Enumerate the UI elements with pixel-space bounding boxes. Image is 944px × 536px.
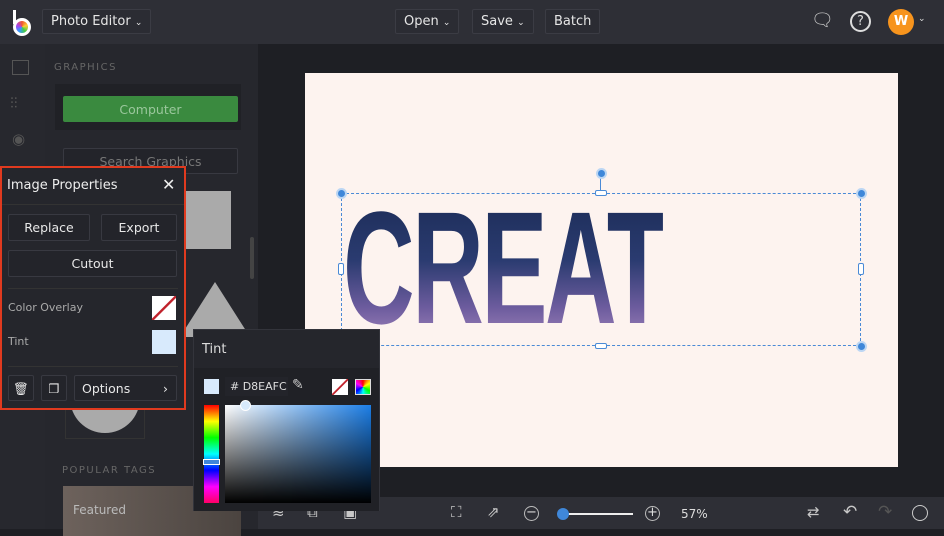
side-handle[interactable] bbox=[858, 263, 864, 275]
fit-screen-icon[interactable]: ⛶ bbox=[451, 503, 462, 521]
computer-button[interactable]: Computer bbox=[63, 96, 238, 122]
popular-tags-title: POPULAR TAGS bbox=[62, 465, 157, 476]
hue-slider[interactable] bbox=[204, 405, 219, 503]
options-label: Options bbox=[82, 381, 131, 396]
menu-label: Photo Editor bbox=[51, 14, 131, 29]
batch-button[interactable]: Batch bbox=[545, 9, 601, 34]
resize-handle[interactable] bbox=[856, 341, 867, 352]
redo-icon[interactable]: ↷ bbox=[878, 502, 892, 522]
chevron-right-icon: › bbox=[163, 381, 168, 396]
section-title: GRAPHICS bbox=[54, 62, 117, 73]
color-overlay-label: Color Overlay bbox=[8, 301, 83, 314]
tint-label: Tint bbox=[8, 335, 29, 348]
tint-color-picker: Tint # D8EAFC ✎ bbox=[193, 329, 380, 511]
tag-label: Featured bbox=[73, 503, 126, 517]
open-button[interactable]: Open ⌄ bbox=[395, 9, 460, 34]
eye-icon[interactable]: ◉ bbox=[12, 130, 25, 148]
flip-icon[interactable]: ⇄ bbox=[807, 503, 820, 521]
zoom-level: 57% bbox=[681, 507, 708, 521]
selection-box bbox=[341, 193, 861, 346]
hue-slider-thumb[interactable] bbox=[203, 459, 220, 465]
image-icon[interactable] bbox=[12, 60, 29, 75]
history-icon[interactable] bbox=[912, 505, 928, 521]
eyedropper-icon[interactable]: ✎ bbox=[292, 377, 304, 393]
photo-editor-menu[interactable]: Photo Editor ⌄ bbox=[42, 9, 152, 34]
tint-swatch[interactable] bbox=[152, 330, 176, 354]
resize-handle[interactable] bbox=[336, 188, 347, 199]
no-color-icon[interactable] bbox=[332, 379, 348, 395]
chevron-down-icon: ⌄ bbox=[442, 18, 451, 28]
color-overlay-swatch[interactable] bbox=[152, 296, 176, 320]
top-bar: Photo Editor ⌄ Open ⌄ Save ⌄ Batch 🗨 ? W… bbox=[0, 0, 944, 44]
chevron-down-icon: ⌄ bbox=[517, 18, 525, 28]
scrollbar[interactable] bbox=[250, 237, 254, 279]
save-button[interactable]: Save ⌄ bbox=[472, 9, 534, 34]
zoom-slider[interactable] bbox=[558, 513, 633, 515]
open-label: Open bbox=[404, 14, 439, 29]
undo-icon[interactable]: ↶ bbox=[843, 502, 857, 522]
side-handle[interactable] bbox=[338, 263, 344, 275]
duplicate-icon[interactable]: ❐ bbox=[41, 375, 67, 401]
current-color-swatch bbox=[204, 379, 219, 394]
graphic-thumb[interactable] bbox=[185, 191, 231, 249]
saturation-field[interactable] bbox=[225, 405, 371, 503]
zoom-slider-thumb[interactable] bbox=[557, 508, 569, 520]
tint-title: Tint bbox=[202, 342, 227, 357]
avatar[interactable]: W bbox=[888, 9, 914, 35]
cutout-button[interactable]: Cutout bbox=[8, 250, 177, 277]
chevron-down-icon[interactable]: ⌄ bbox=[918, 14, 926, 24]
help-icon[interactable]: ? bbox=[850, 11, 871, 32]
export-button[interactable]: Export bbox=[101, 214, 177, 241]
zoom-in-icon[interactable]: + bbox=[645, 506, 660, 521]
panel-title: Image Properties bbox=[7, 178, 118, 193]
side-handle[interactable] bbox=[595, 343, 607, 349]
rotate-handle[interactable] bbox=[596, 168, 607, 179]
saturation-thumb[interactable] bbox=[240, 400, 251, 411]
save-label: Save bbox=[481, 14, 513, 29]
resize-handle[interactable] bbox=[856, 188, 867, 199]
options-button[interactable]: Options › bbox=[74, 375, 177, 401]
close-icon[interactable]: ✕ bbox=[162, 175, 175, 194]
delete-icon[interactable]: 🗑 bbox=[8, 375, 34, 401]
chat-icon[interactable]: 🗨 bbox=[811, 10, 834, 31]
image-properties-panel: Image Properties ✕ Replace Export Cutout… bbox=[0, 166, 186, 410]
chevron-down-icon: ⌄ bbox=[134, 18, 143, 28]
zoom-out-icon[interactable]: − bbox=[524, 506, 539, 521]
hex-input[interactable]: # D8EAFC bbox=[225, 377, 288, 396]
side-handle[interactable] bbox=[595, 190, 607, 196]
expand-icon[interactable]: ⇗ bbox=[487, 503, 500, 521]
logo-icon[interactable] bbox=[11, 10, 33, 36]
replace-button[interactable]: Replace bbox=[8, 214, 90, 241]
color-wheel-icon[interactable] bbox=[355, 379, 371, 395]
adjust-icon[interactable]: ⫶⫶ bbox=[10, 94, 18, 112]
